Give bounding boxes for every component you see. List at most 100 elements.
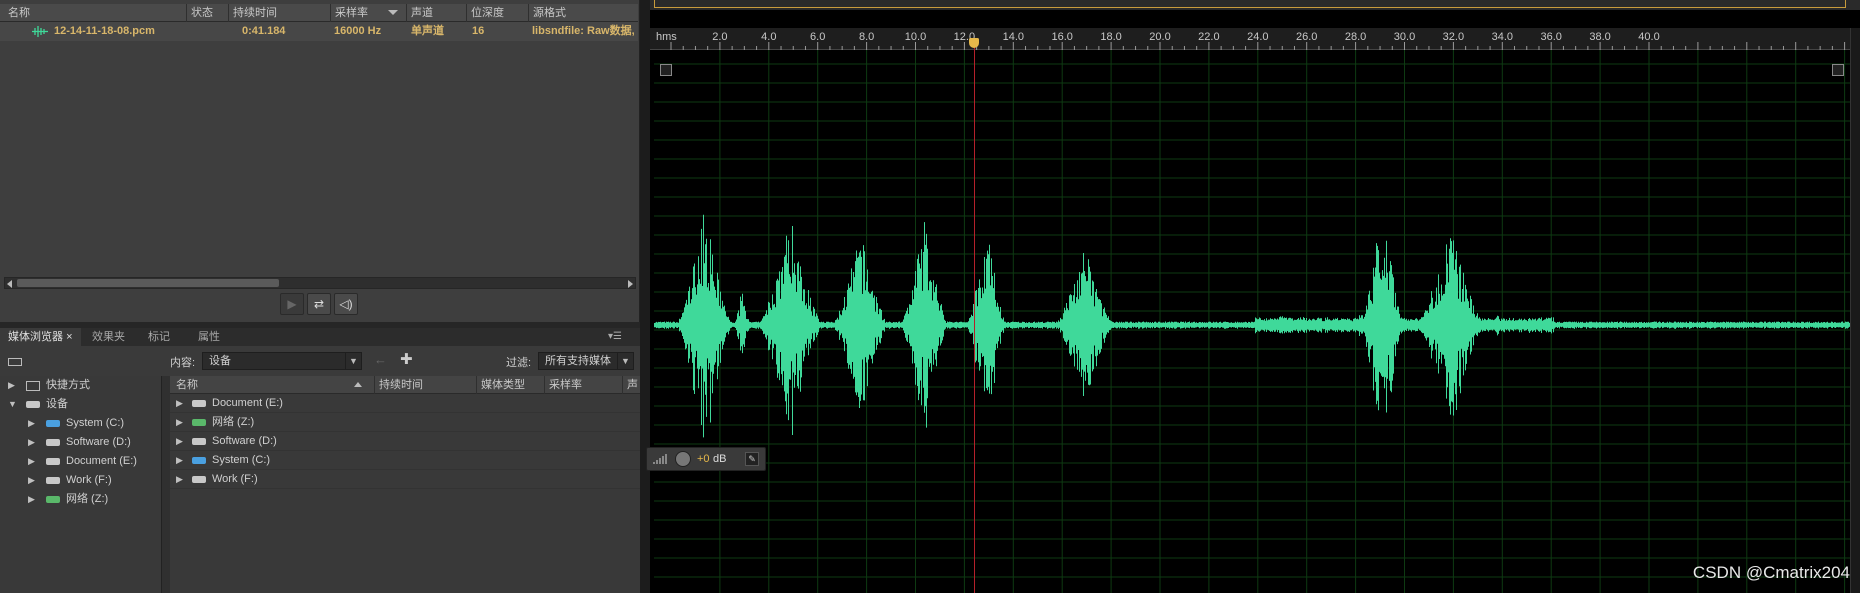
shortcut-icon (26, 381, 40, 391)
tab-effects-rack[interactable]: 效果夹 (84, 328, 133, 346)
col-format[interactable]: 源格式 (528, 4, 638, 22)
list-row[interactable]: ▶ 网络 (Z:) (170, 413, 640, 432)
scroll-right-icon[interactable] (628, 280, 633, 288)
tree-splitter[interactable] (162, 376, 170, 593)
ruler-tick-labels: 2.0 4.0 6.0 8.0 10.0 12.0 14.0 16.0 18.0 20.0 22.0… (650, 28, 1850, 50)
list-col-mediatype[interactable]: 媒体类型 (476, 376, 542, 394)
list-row[interactable]: ▶ Document (E:) (170, 394, 640, 413)
col-bitdepth[interactable]: 位深度 (466, 4, 528, 22)
ruler-tick-label: 6.0 (810, 31, 826, 43)
list-col-samplerate[interactable]: 采样率 (544, 376, 620, 394)
network-drive-icon (46, 496, 60, 503)
tree-item-label: 网络 (Z:) (66, 493, 109, 505)
caret-right-icon[interactable]: ▶ (28, 452, 35, 471)
device-tree: ▶ 快捷方式 ▼ 设备 ▶ System (C:) ▶ Software (D:… (0, 376, 162, 593)
tab-properties[interactable]: 属性 (190, 328, 228, 346)
ruler-tick-label: 24.0 (1247, 31, 1269, 43)
scroll-left-icon[interactable] (7, 280, 12, 288)
caret-right-icon[interactable]: ▶ (28, 433, 35, 452)
file-channels: 单声道 (411, 25, 444, 37)
caret-right-icon[interactable]: ▶ (176, 413, 183, 432)
caret-right-icon[interactable]: ▶ (8, 376, 15, 395)
list-row[interactable]: ▶ Work (F:) (170, 470, 640, 489)
tree-item-drive-f[interactable]: ▶ Work (F:) (0, 471, 160, 490)
list-col-name[interactable]: 名称 (172, 376, 366, 394)
col-channels[interactable]: 声道 (406, 4, 466, 22)
waveform-display[interactable] (654, 50, 1850, 593)
overview-viewport[interactable] (654, 0, 1846, 8)
list-row-label: 网络 (Z:) (212, 416, 255, 428)
drive-icon (192, 476, 206, 483)
tab-markers[interactable]: 标记 (140, 328, 178, 346)
overview-bar[interactable] (650, 0, 1860, 10)
file-bitdepth: 16 (472, 25, 485, 37)
network-drive-icon (192, 419, 206, 426)
ruler-tick-label: 38.0 (1589, 31, 1611, 43)
volume-value[interactable]: +0 (697, 453, 710, 465)
tree-item-drive-d[interactable]: ▶ Software (D:) (0, 433, 160, 452)
close-icon[interactable]: × (66, 331, 72, 343)
volume-knob[interactable] (675, 451, 691, 467)
add-shortcut-icon[interactable]: ✚ (400, 350, 413, 368)
caret-right-icon[interactable]: ▶ (28, 414, 35, 433)
tree-item-label: Work (F:) (66, 474, 112, 486)
waveform-trace (654, 214, 1850, 438)
tab-media-browser[interactable]: 媒体浏览器 × (0, 328, 81, 346)
ruler-tick-label: 18.0 (1100, 31, 1122, 43)
filter-select[interactable]: 所有支持媒体 ▼ (538, 352, 634, 370)
chevron-down-icon: ▼ (345, 353, 361, 369)
tree-item-drive-z[interactable]: ▶ 网络 (Z:) (0, 490, 160, 509)
files-panel: 名称 状态 持续时间 采样率 声道 位深度 源格式 12-14-11-18-08… (0, 0, 640, 322)
tree-item-shortcuts[interactable]: ▶ 快捷方式 (0, 376, 160, 395)
back-arrow-icon[interactable]: ← (374, 352, 387, 367)
playhead[interactable] (974, 40, 976, 593)
zoom-toggle-icon[interactable] (1832, 64, 1844, 76)
vertical-ruler[interactable] (1850, 28, 1860, 593)
ruler-tick-label: 36.0 (1540, 31, 1562, 43)
play-button[interactable]: ▶ (280, 293, 304, 315)
tree-item-devices[interactable]: ▼ 设备 (0, 395, 160, 414)
drive-icon (192, 438, 206, 445)
pin-icon[interactable]: ✎ (745, 452, 759, 466)
frame-splitter[interactable] (640, 0, 650, 593)
files-hscrollbar[interactable] (4, 277, 636, 289)
list-col-duration[interactable]: 持续时间 (374, 376, 474, 394)
waveform-canvas (654, 50, 1850, 593)
list-row[interactable]: ▶ System (C:) (170, 451, 640, 470)
time-ruler[interactable]: hms 2.0 4.0 6.0 8.0 10.0 12.0 14.0 16.0 18.0 20.0… (650, 28, 1850, 50)
drive-icon (26, 401, 40, 408)
caret-right-icon[interactable]: ▶ (176, 394, 183, 413)
caret-right-icon[interactable]: ▶ (28, 490, 35, 509)
tree-item-drive-e[interactable]: ▶ Document (E:) (0, 452, 160, 471)
ruler-tick-label: 4.0 (761, 31, 777, 43)
caret-right-icon[interactable]: ▶ (176, 432, 183, 451)
zoom-toggle-icon[interactable] (660, 64, 672, 76)
scrollbar-thumb[interactable] (17, 279, 279, 287)
col-name[interactable]: 名称 (4, 4, 184, 22)
tree-item-drive-c[interactable]: ▶ System (C:) (0, 414, 160, 433)
monitor-icon[interactable] (8, 358, 22, 366)
loop-button[interactable]: ⇄ (307, 293, 331, 315)
system-drive-icon (46, 420, 60, 427)
caret-right-icon[interactable]: ▶ (176, 470, 183, 489)
autoplay-button[interactable]: ◁) (334, 293, 358, 315)
caret-down-icon[interactable]: ▼ (8, 395, 17, 414)
file-row[interactable]: 12-14-11-18-08.pcm 0:41.184 16000 Hz 单声道… (0, 22, 638, 41)
list-col-channels[interactable]: 声 (622, 376, 640, 394)
sort-asc-icon[interactable] (354, 382, 362, 387)
list-row[interactable]: ▶ Software (D:) (170, 432, 640, 451)
preview-transport: ▶ ⇄ ◁) (280, 293, 370, 317)
panel-menu-icon[interactable]: ▾☰ (608, 331, 622, 342)
sort-desc-icon[interactable] (388, 10, 398, 15)
ruler-tick-label: 20.0 (1149, 31, 1171, 43)
caret-right-icon[interactable]: ▶ (176, 451, 183, 470)
list-row-label: System (C:) (212, 454, 271, 466)
col-status[interactable]: 状态 (186, 4, 226, 22)
caret-right-icon[interactable]: ▶ (28, 471, 35, 490)
content-select[interactable]: 设备 ▼ (202, 352, 362, 370)
ruler-tick-label: 16.0 (1051, 31, 1073, 43)
ruler-tick-label: 8.0 (858, 31, 875, 43)
audition-window: 名称 状态 持续时间 采样率 声道 位深度 源格式 12-14-11-18-08… (0, 0, 1860, 593)
col-duration[interactable]: 持续时间 (228, 4, 328, 22)
drive-icon (192, 400, 206, 407)
